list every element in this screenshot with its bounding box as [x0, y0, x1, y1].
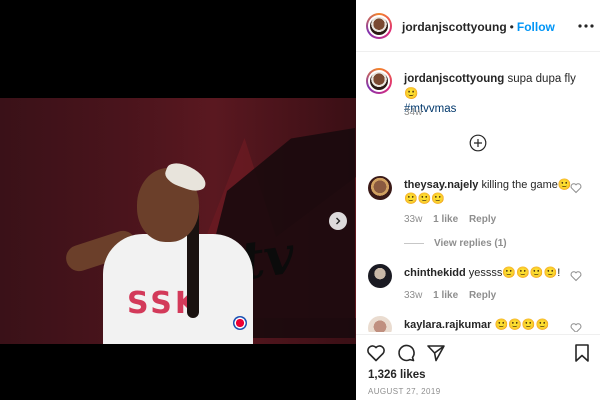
view-replies-button[interactable]: View replies (1) — [404, 238, 507, 249]
comment-text: 🙂🙂🙂🙂 — [494, 319, 550, 331]
comment-icon[interactable] — [396, 343, 416, 363]
post-header: jordanjscottyoung • Follow — [356, 0, 600, 52]
comment-time: 33w — [404, 214, 423, 225]
comment-text-line: kaylara.rajkumar 🙂🙂🙂🙂 — [404, 318, 574, 332]
comments-section[interactable]: jordanjscottyoung supa dupa fly 🙂 #mtvvm… — [356, 52, 600, 332]
reply-button[interactable]: Reply — [469, 290, 496, 301]
bookmark-icon[interactable] — [572, 343, 592, 363]
comment-time: 33w — [404, 290, 423, 301]
comment-text-line: theysay.najely killing the game🙂🙂🙂🙂 — [404, 178, 574, 206]
person-figure: SSK — [62, 159, 265, 344]
send-icon[interactable] — [426, 343, 446, 363]
next-photo-button[interactable] — [329, 212, 347, 230]
comment-username[interactable]: kaylara.rajkumar — [404, 319, 491, 331]
follow-button[interactable]: Follow — [517, 20, 555, 34]
heart-icon[interactable] — [366, 343, 386, 363]
separator-dot: • — [509, 20, 514, 34]
comment-meta: 33w 1 like Reply — [404, 290, 504, 301]
commenter-avatar[interactable] — [368, 176, 392, 200]
post-photo[interactable]: tv SSK — [0, 98, 356, 344]
comment-text-line: chinthekidd yessss🙂🙂🙂🙂! — [404, 266, 574, 280]
heart-icon[interactable] — [570, 322, 582, 332]
heart-icon[interactable] — [570, 182, 582, 194]
post-sidebar: jordanjscottyoung • Follow jordanjscottyou… — [356, 0, 600, 400]
author-username[interactable]: jordanjscottyoung — [402, 20, 507, 34]
post-actions: 1,326 likes AUGUST 27, 2019 — [356, 334, 600, 400]
commenter-avatar[interactable] — [368, 316, 392, 332]
post-date: AUGUST 27, 2019 — [368, 387, 441, 396]
comment-likes[interactable]: 1 like — [433, 290, 458, 301]
reply-button[interactable]: Reply — [469, 214, 496, 225]
pepsi-logo-icon — [233, 316, 247, 330]
comment-text: yessss🙂🙂🙂🙂! — [468, 267, 561, 279]
plus-circle-icon[interactable] — [469, 134, 487, 152]
comment-likes[interactable]: 1 like — [433, 214, 458, 225]
author-avatar[interactable] — [366, 13, 392, 39]
caption-time: 34w — [404, 107, 423, 118]
more-options-icon[interactable] — [578, 18, 594, 34]
chevron-right-icon — [336, 217, 341, 225]
author-line: jordanjscottyoung • Follow — [402, 20, 555, 34]
comment-username[interactable]: chinthekidd — [404, 267, 466, 279]
post-media: tv SSK — [0, 0, 356, 400]
comment-username[interactable]: theysay.najely — [404, 179, 478, 191]
caption-avatar[interactable] — [366, 68, 392, 94]
caption-username[interactable]: jordanjscottyoung — [404, 73, 504, 85]
heart-icon[interactable] — [570, 270, 582, 282]
comment-meta: 33w 1 like Reply — [404, 214, 504, 225]
caption: jordanjscottyoung supa dupa fly 🙂 #mtvvm… — [404, 72, 592, 117]
view-replies-label: View replies (1) — [434, 238, 507, 249]
replies-line — [404, 243, 424, 244]
likes-count[interactable]: 1,326 likes — [368, 369, 426, 381]
commenter-avatar[interactable] — [368, 264, 392, 288]
